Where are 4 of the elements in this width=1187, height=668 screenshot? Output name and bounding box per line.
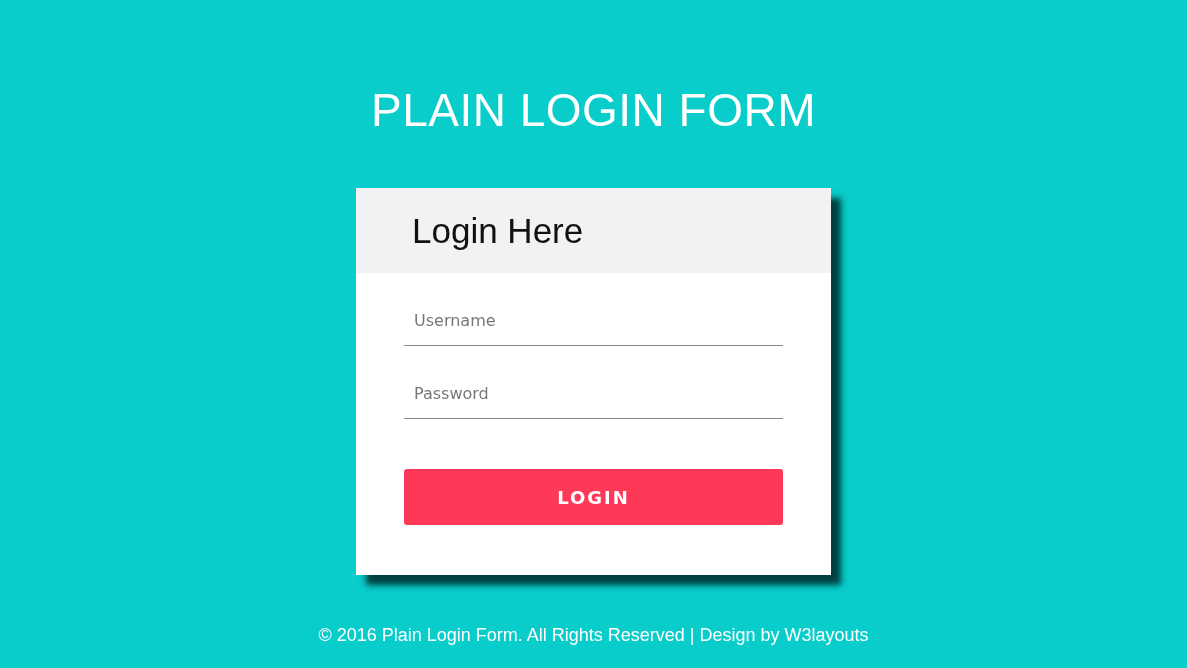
- login-button[interactable]: LOGIN: [404, 469, 783, 525]
- page-title: PLAIN LOGIN FORM: [370, 83, 817, 138]
- form-title: Login Here: [412, 210, 584, 251]
- footer-text: © 2016 Plain Login Form. All Rights Reserved | Design by W3layouts: [318, 625, 869, 646]
